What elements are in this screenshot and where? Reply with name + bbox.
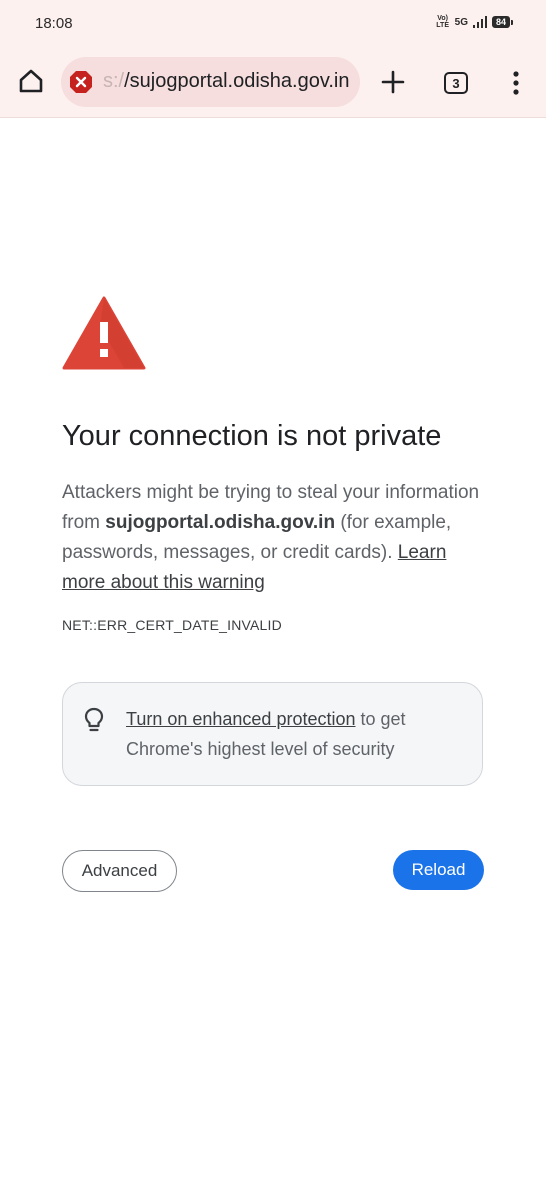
network-type: 5G — [454, 16, 468, 28]
more-vert-icon — [513, 71, 519, 95]
url-text[interactable]: s://sujogportal.odisha.gov.in — [103, 70, 349, 93]
enhanced-protection-text: Turn on enhanced protection to get Chrom… — [126, 704, 456, 764]
page-title: Your connection is not private — [62, 420, 442, 452]
lightbulb-icon — [84, 707, 104, 732]
error-code: NET::ERR_CERT_DATE_INVALID — [62, 617, 282, 633]
advanced-button[interactable]: Advanced — [62, 850, 177, 892]
reload-button[interactable]: Reload — [393, 850, 484, 890]
status-time: 18:08 — [35, 15, 73, 32]
more-menu-button[interactable] — [503, 68, 529, 98]
battery-icon: 84 — [491, 16, 514, 28]
not-secure-icon[interactable] — [69, 70, 93, 94]
home-icon — [19, 69, 43, 93]
enhanced-protection-card: Turn on enhanced protection to get Chrom… — [62, 682, 483, 786]
volte-bottom-label: LTE — [436, 22, 449, 29]
browser-toolbar: s://sujogportal.odisha.gov.in 3 — [0, 56, 546, 108]
warning-triangle-icon — [62, 296, 146, 370]
tab-count: 3 — [452, 75, 460, 91]
browser-top-chrome: 18:08 Vo) LTE 5G 84 s://sujogportal.odis… — [0, 0, 546, 118]
warning-description: Attackers might be trying to steal your … — [62, 478, 492, 598]
url-host: /sujogportal.odisha.gov.in — [124, 70, 350, 92]
enhanced-protection-link[interactable]: Turn on enhanced protection — [126, 709, 356, 729]
home-button[interactable] — [14, 64, 48, 98]
volte-top-label: Vo) — [437, 15, 449, 22]
new-tab-icon — [381, 70, 405, 94]
url-scheme-fragment: s:/ — [103, 70, 125, 92]
address-bar[interactable]: s://sujogportal.odisha.gov.in — [61, 57, 360, 107]
site-host: sujogportal.odisha.gov.in — [105, 512, 336, 533]
status-bar: 18:08 Vo) LTE 5G 84 — [0, 0, 546, 46]
volte-icon: Vo) LTE — [436, 15, 450, 29]
new-tab-button[interactable] — [377, 66, 409, 98]
tab-switcher-button[interactable]: 3 — [444, 72, 468, 94]
signal-icon — [472, 16, 487, 28]
status-indicators: Vo) LTE 5G 84 — [436, 15, 514, 29]
